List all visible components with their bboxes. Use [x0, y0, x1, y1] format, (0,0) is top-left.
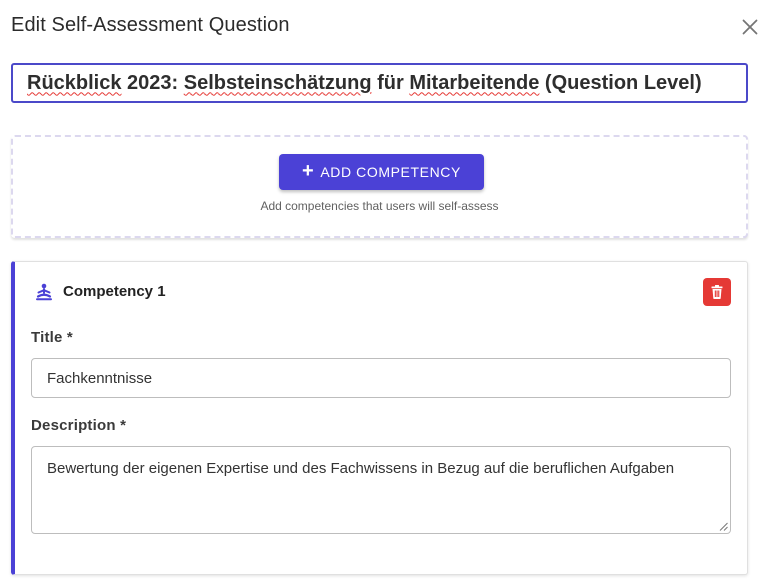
question-title-word-1: Rückblick [27, 71, 122, 94]
resize-handle-icon[interactable] [719, 522, 728, 531]
trash-icon [711, 285, 723, 299]
competency-title-value: Fachkenntnisse [47, 369, 153, 387]
add-competency-label: ADD COMPETENCY [320, 164, 461, 180]
add-competency-zone: + ADD COMPETENCY Add competencies that u… [11, 135, 748, 238]
competency-title-input[interactable]: Fachkenntnisse [31, 358, 731, 398]
question-title-word-5: Mitarbeitende [409, 71, 540, 94]
title-label: Title * [31, 329, 73, 346]
plus-icon: + [302, 160, 315, 182]
question-title-word-3: Selbsteinschätzung [183, 71, 372, 94]
add-competency-hint: Add competencies that users will self-as… [260, 199, 499, 213]
competency-description-value: Bewertung der eigenen Expertise und des … [47, 460, 675, 477]
delete-competency-button[interactable] [703, 278, 731, 306]
description-label: Description * [31, 417, 127, 434]
question-title-part-6: (Question Level) [539, 71, 702, 94]
competency-card: Competency 1 Title * Fachkenntnisse Desc… [11, 261, 748, 575]
question-title-input[interactable]: Rückblick 2023: Selbsteinschätzung für M… [11, 63, 748, 103]
question-title-part-4: für [371, 71, 410, 94]
person-meditation-icon [36, 283, 52, 301]
competency-heading: Competency 1 [63, 283, 166, 300]
close-icon[interactable] [742, 19, 758, 35]
dialog-title: Edit Self-Assessment Question [11, 14, 290, 36]
question-title-part-2: 2023: [121, 71, 184, 94]
close-button[interactable] [740, 17, 760, 37]
competency-description-textarea[interactable]: Bewertung der eigenen Expertise und des … [31, 446, 731, 534]
add-competency-button[interactable]: + ADD COMPETENCY [279, 154, 484, 190]
